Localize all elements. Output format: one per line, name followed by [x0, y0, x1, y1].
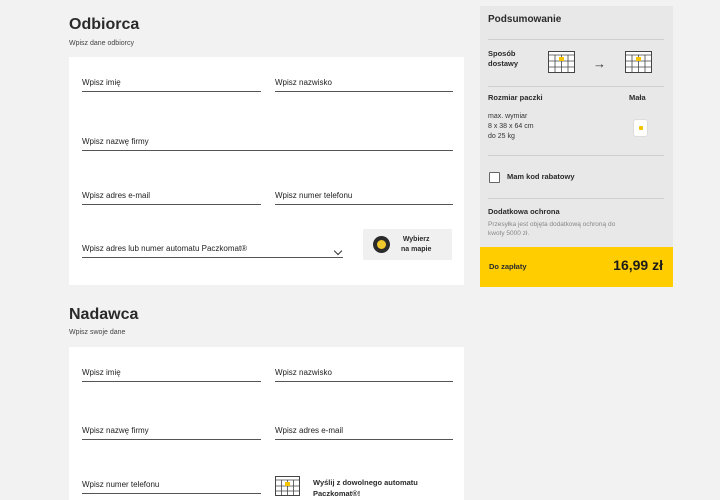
sender-email-field[interactable]: Wpisz adres e-mail — [275, 418, 453, 440]
sender-last-name-placeholder: Wpisz nazwisko — [275, 368, 332, 377]
divider — [488, 155, 664, 156]
sender-section-title: Nadawca — [69, 306, 139, 323]
parcel-locker-icon — [625, 51, 652, 73]
parcel-locker-icon — [275, 476, 300, 496]
send-from-any-locker-text: Wyślij z dowolnego automatu Paczkomat®! — [313, 477, 418, 499]
parcel-dimensions: max. wymiar 8 x 38 x 64 cm do 25 kg — [488, 112, 534, 142]
divider — [488, 86, 664, 87]
recipient-phone-placeholder: Wpisz numer telefonu — [275, 191, 353, 200]
delivery-method-line1: Sposób — [488, 49, 516, 58]
sender-company-placeholder: Wpisz nazwę firmy — [82, 426, 149, 435]
to-pay-bar: Do zapłaty 16,99 zł — [480, 247, 673, 287]
additional-protection-title: Dodatkowa ochrona — [488, 207, 560, 216]
sender-first-name-field[interactable]: Wpisz imię — [82, 360, 261, 382]
sender-section-subtitle: Wpisz swoje dane — [69, 329, 126, 336]
recipient-section-title: Odbiorca — [69, 16, 140, 33]
map-button-label-line1: Wybierz — [402, 236, 430, 243]
parcel-size-label: Rozmiar paczki — [488, 93, 543, 102]
recipient-email-field[interactable]: Wpisz adres e-mail — [82, 183, 261, 205]
recipient-email-placeholder: Wpisz adres e-mail — [82, 191, 151, 200]
sender-first-name-placeholder: Wpisz imię — [82, 368, 121, 377]
recipient-phone-field[interactable]: Wpisz numer telefonu — [275, 183, 453, 205]
divider — [488, 39, 664, 40]
send-any-line1: Wyślij z dowolnego automatu — [313, 478, 418, 487]
parcel-size-value: Mała — [629, 93, 646, 102]
recipient-first-name-placeholder: Wpisz imię — [82, 78, 121, 87]
additional-protection-text: Przesyłka jest objęta dodatkową ochroną … — [488, 220, 615, 238]
sender-phone-field[interactable]: Wpisz numer telefonu — [82, 472, 261, 494]
delivery-method-line2: dostawy — [488, 59, 519, 68]
delivery-method-label: Sposób dostawy — [488, 49, 518, 69]
summary-title: Podsumowanie — [488, 14, 562, 25]
sender-last-name-field[interactable]: Wpisz nazwisko — [275, 360, 453, 382]
sender-email-placeholder: Wpisz adres e-mail — [275, 426, 344, 435]
recipient-company-placeholder: Wpisz nazwę firmy — [82, 137, 149, 146]
total-price: 16,99 zł — [613, 257, 663, 273]
arrow-right-icon: → — [593, 56, 606, 71]
dims-line3: do 25 kg — [488, 133, 515, 140]
recipient-last-name-field[interactable]: Wpisz nazwisko — [275, 70, 453, 92]
send-any-line2: Paczkomat®! — [313, 489, 361, 498]
recipient-first-name-field[interactable]: Wpisz imię — [82, 70, 261, 92]
sender-phone-placeholder: Wpisz numer telefonu — [82, 480, 160, 489]
protection-line1: Przesyłka jest objęta dodatkową ochroną … — [488, 221, 616, 228]
discount-code-checkbox[interactable] — [489, 172, 500, 183]
map-pin-icon — [373, 236, 390, 253]
choose-on-map-button[interactable]: Wybierz na mapie — [363, 229, 452, 260]
recipient-section-subtitle: Wpisz dane odbiorcy — [69, 40, 134, 47]
discount-code-label[interactable]: Mam kod rabatowy — [507, 172, 575, 182]
chevron-down-icon — [333, 246, 343, 256]
protection-line2: kwoty 5000 zł. — [488, 230, 530, 237]
recipient-last-name-placeholder: Wpisz nazwisko — [275, 78, 332, 87]
map-button-label-line2: na mapie — [401, 246, 432, 253]
parcel-locker-icon — [548, 51, 575, 73]
recipient-company-field[interactable]: Wpisz nazwę firmy — [82, 129, 453, 151]
to-pay-label: Do zapłaty — [489, 262, 527, 271]
summary-panel: Podsumowanie Sposób dostawy → Rozmiar pa… — [480, 6, 673, 287]
recipient-address-select[interactable]: Wpisz adres lub numer automatu Paczkomat… — [82, 236, 343, 258]
recipient-address-placeholder: Wpisz adres lub numer automatu Paczkomat… — [82, 244, 248, 253]
sender-company-field[interactable]: Wpisz nazwę firmy — [82, 418, 261, 440]
dims-line2: 8 x 38 x 64 cm — [488, 123, 534, 130]
divider — [488, 198, 664, 199]
dims-line1: max. wymiar — [488, 113, 528, 120]
small-package-icon — [633, 119, 648, 137]
